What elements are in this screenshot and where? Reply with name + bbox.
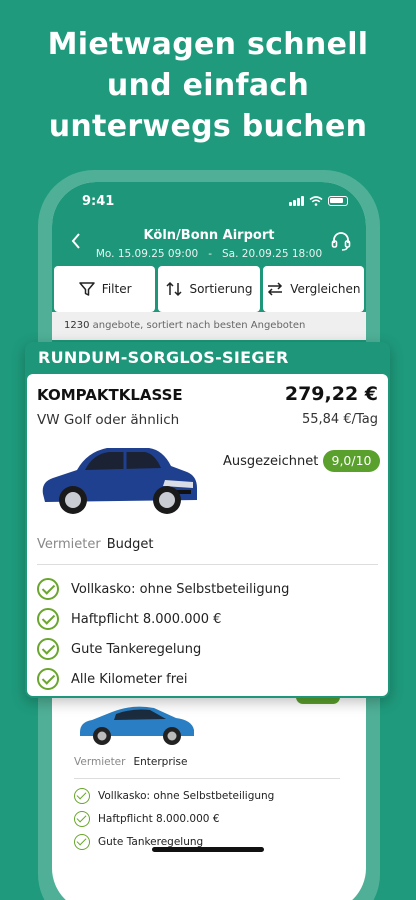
check-circle-icon [37,608,59,630]
filter-label: Filter [101,282,132,296]
filter-icon [79,282,95,296]
check-circle-icon [37,578,59,600]
battery-icon [328,196,348,206]
vermieter-row: Vermieter Budget [37,537,153,552]
car-image [80,706,194,745]
car-model: VW Golf oder ähnlich [37,412,180,428]
headset-icon[interactable] [330,230,352,252]
offer-card-budget[interactable]: KOMPAKTKLASSE VW Golf oder ähnlich 279,2… [27,374,388,696]
feature-item: Gute Tankeregelung [37,638,201,660]
feature-label: Gute Tankeregelung [71,641,202,657]
status-icons [289,196,348,206]
feature-label: Haftpflicht 8.000.000 € [98,813,220,825]
vermieter-name: Budget [106,537,154,552]
vermieter-label: Vermieter [37,537,101,552]
check-circle-icon [74,788,90,804]
results-count: 1230 [64,320,90,331]
compare-button[interactable]: Vergleichen [262,266,364,312]
rating-label: Ausgezeichnet [223,454,319,469]
divider [37,564,378,565]
sort-label: Sortierung [189,282,253,296]
vermieter-label: Vermieter [74,756,126,768]
check-circle-icon [37,638,59,660]
filter-button[interactable]: Filter [54,266,156,312]
offer-card-enterprise[interactable]: Vermieter Enterprise Vollkasko: ohne Selb… [66,690,350,860]
status-time: 9:41 [82,194,115,209]
compare-icon [268,282,283,296]
car-class: KOMPAKTKLASSE [37,386,183,404]
feature-label: Vollkasko: ohne Selbstbeteiligung [98,790,275,802]
feature-label: Vollkasko: ohne Selbstbeteiligung [71,581,290,597]
app-header: 9:41 Köln/Bonn Airport Mo. 15.09.25 09:0… [52,182,366,342]
sort-button[interactable]: Sortierung [158,266,260,312]
check-circle-icon [74,811,90,827]
promo-line-3: unterwegs buchen [48,109,368,144]
check-circle-icon [74,834,90,850]
divider [74,778,340,779]
toolbar: Filter Sortierung Vergleichen [52,266,366,312]
home-indicator [152,847,264,852]
check-circle-icon [37,668,59,690]
rental-dates: Mo. 15.09.25 09:00 - Sa. 20.09.25 18:00 [95,248,323,260]
promo-headline: Mietwagen schnell und einfach unterwegs … [0,24,416,147]
feature-item: Haftpflicht 8.000.000 € [37,608,221,630]
location-title: Köln/Bonn Airport [143,228,275,243]
wifi-icon [309,196,323,206]
highlight-offer-card[interactable]: RUNDUM-SORGLOS-SIEGER KOMPAKTKLASSE VW G… [25,342,390,698]
vermieter-name: Enterprise [133,756,188,768]
sort-icon [166,281,182,297]
signal-icon [289,196,304,206]
winner-banner: RUNDUM-SORGLOS-SIEGER [38,348,289,367]
feature-item: Vollkasko: ohne Selbstbeteiligung [37,578,289,600]
total-price: 279,22 € [284,383,378,405]
vermieter-row: Vermieter Enterprise [74,756,187,768]
compare-label: Vergleichen [290,282,361,296]
feature-item: Vollkasko: ohne Selbstbeteiligung [74,788,274,804]
feature-item: Alle Kilometer frei [37,668,187,690]
feature-label: Alle Kilometer frei [71,671,188,687]
promo-line-1: Mietwagen schnell [47,27,369,62]
car-image [42,448,197,514]
feature-label: Haftpflicht 8.000.000 € [71,611,222,627]
promo-line-2: und einfach [106,68,310,103]
results-text: angebote, sortiert nach besten Angeboten [92,320,306,331]
feature-item: Haftpflicht 8.000.000 € [74,811,220,827]
price-per-day: 55,84 €/Tag [301,412,378,427]
rating-badge: 9,0/10 [323,450,380,472]
results-summary: 1230 angebote, sortiert nach besten Ange… [52,312,366,340]
